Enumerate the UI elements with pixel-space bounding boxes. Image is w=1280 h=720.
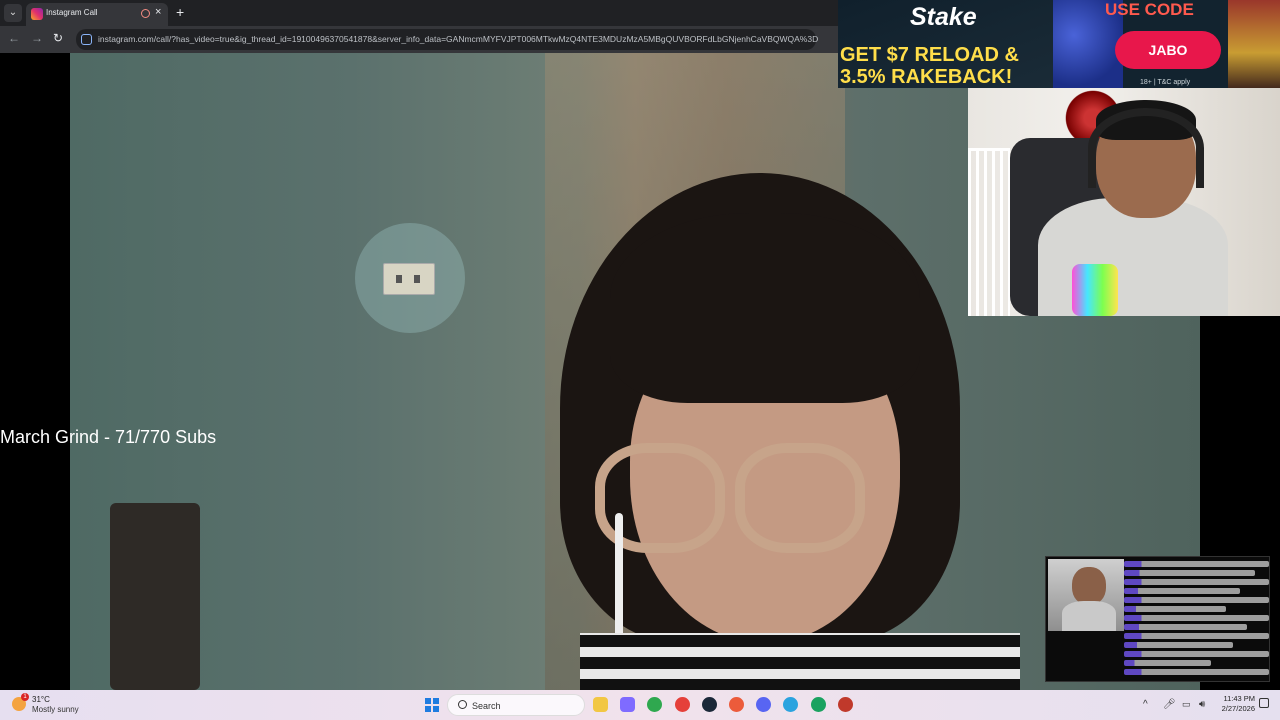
back-icon[interactable]: ← <box>8 31 20 45</box>
address-bar[interactable]: instagram.com/call/?has_video=true&ig_th… <box>76 29 819 50</box>
tab-search-icon[interactable]: ⌄ <box>4 4 22 22</box>
chat-messages <box>1124 559 1269 681</box>
close-tab-icon[interactable]: × <box>155 6 161 18</box>
chat-message <box>1124 669 1269 675</box>
obs-icon[interactable] <box>810 697 826 712</box>
stake-ad-banner: Stake GET $7 RELOAD & 3.5% RAKEBACK! USE… <box>838 0 1280 88</box>
steam-icon[interactable] <box>701 697 717 712</box>
taskbar-search[interactable]: Search <box>447 694 585 716</box>
subscriber-goal-text: March Grind - 71/770 Subs <box>0 427 217 447</box>
microphone-icon[interactable]: 🎤︎ <box>1163 699 1176 710</box>
volume-icon[interactable]: 🔊︎ <box>1199 699 1205 710</box>
background-chair <box>110 503 200 690</box>
chrome-icon[interactable] <box>674 697 690 712</box>
streamer-webcam <box>968 88 1280 316</box>
recording-icon <box>141 9 150 18</box>
screen: ⌄ Instagram Call × + ← → ↻ instagram.com… <box>0 0 1280 720</box>
stake-logo: Stake <box>910 3 977 31</box>
chat-message <box>1124 642 1233 648</box>
browser-tab-bar: ⌄ Instagram Call × + <box>0 0 838 26</box>
weather-temperature: 31°C <box>32 695 50 704</box>
clock-date: 2/27/2026 <box>1221 704 1255 713</box>
chat-message <box>1124 615 1269 621</box>
telegram-icon[interactable] <box>783 697 799 712</box>
search-label: Search <box>472 701 501 711</box>
instagram-icon <box>31 8 43 20</box>
notifications-icon[interactable] <box>1259 698 1269 708</box>
chrome-profile-2-icon[interactable] <box>729 697 744 712</box>
ad-headline-line2: 3.5% RAKEBACK! <box>840 66 1013 88</box>
rgb-speaker <box>1072 264 1118 316</box>
new-tab-icon[interactable]: + <box>176 4 184 20</box>
ad-decoration <box>1228 0 1280 88</box>
chat-message <box>1124 624 1248 630</box>
chat-message <box>1124 570 1255 576</box>
chrome-profile-3-icon[interactable] <box>837 697 853 712</box>
file-explorer-icon[interactable] <box>593 697 608 712</box>
reload-icon[interactable]: ↻ <box>53 31 63 45</box>
wall-outlet <box>383 263 435 295</box>
terms-text: 18+ | T&C apply <box>1140 79 1191 86</box>
forward-icon[interactable]: → <box>31 31 43 45</box>
search-icon <box>458 700 467 709</box>
chat-message <box>1124 597 1269 603</box>
site-info-icon[interactable] <box>81 34 92 45</box>
show-hidden-icons-icon[interactable]: ^ <box>1143 699 1148 710</box>
chat-message <box>1124 561 1269 567</box>
chat-message <box>1124 606 1226 612</box>
ad-headline: GET $7 RELOAD & 3.5% RAKEBACK! <box>840 44 1019 88</box>
chat-message <box>1124 651 1269 657</box>
ad-headline-line1: GET $7 RELOAD & <box>840 44 1019 66</box>
url-text: instagram.com/call/?has_video=true&ig_th… <box>98 34 819 44</box>
windows-start-icon[interactable] <box>425 698 439 712</box>
chat-overlay <box>1045 556 1270 682</box>
use-code-label: USE CODE <box>1105 0 1194 19</box>
tab-instagram-call[interactable]: Instagram Call × <box>26 3 168 26</box>
windows-taskbar: 1 31°C Mostly sunny Search ^ 🎤︎ ▭ 🔊︎ 11:… <box>0 690 1280 720</box>
copilot-icon[interactable] <box>620 697 636 712</box>
weather-description: Mostly sunny <box>32 705 79 714</box>
baby-gate <box>968 148 1010 316</box>
clock-time: 11:43 PM <box>1223 694 1255 703</box>
chat-message <box>1124 588 1240 594</box>
chat-message <box>1124 660 1211 666</box>
notification-badge: 1 <box>21 693 29 701</box>
chat-message <box>1124 633 1269 639</box>
promo-code-badge: JABO <box>1115 31 1221 69</box>
network-icon[interactable]: ▭ <box>1182 699 1191 710</box>
chat-message <box>1124 579 1269 585</box>
chrome-profile-1-icon[interactable] <box>647 697 663 712</box>
chat-webcam-thumbnail <box>1048 559 1124 631</box>
browser-toolbar: ← → ↻ instagram.com/call/?has_video=true… <box>0 26 838 53</box>
tab-title: Instagram Call <box>46 8 98 17</box>
headset <box>1088 108 1204 188</box>
discord-icon[interactable] <box>756 697 772 712</box>
call-participant <box>500 173 1020 690</box>
